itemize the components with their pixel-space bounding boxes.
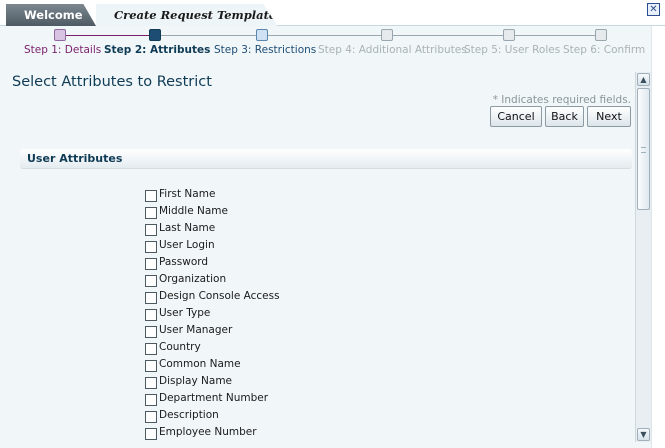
attribute-checkbox[interactable] (145, 190, 157, 202)
user-attributes-section-header: User Attributes (20, 149, 632, 169)
attribute-label: Last Name (159, 222, 216, 234)
back-button[interactable]: Back (545, 106, 584, 127)
attribute-checkbox[interactable] (145, 224, 157, 236)
next-button[interactable]: Next (587, 106, 631, 127)
attribute-label: Common Name (159, 358, 241, 370)
train-connector (156, 35, 602, 36)
attribute-checkbox[interactable] (145, 258, 157, 270)
train-connector (60, 35, 156, 36)
page-title: Select Attributes to Restrict (12, 74, 212, 90)
train-stop-restrictions-icon[interactable] (256, 29, 268, 41)
train-step-user-roles: Step 5: User Roles (464, 44, 561, 56)
attribute-checkbox[interactable] (145, 241, 157, 253)
train-step-details[interactable]: Step 1: Details (24, 44, 101, 56)
attribute-label: Design Console Access (159, 290, 280, 302)
attribute-checkbox[interactable] (145, 411, 157, 423)
main-content: Step 1: Details Step 2: Attributes Step … (0, 26, 665, 448)
attribute-label: Organization (159, 273, 227, 285)
train-step-attributes: Step 2: Attributes (104, 44, 211, 56)
attribute-label: User Type (159, 307, 211, 319)
attribute-label: Country (159, 341, 201, 353)
train-step-restrictions[interactable]: Step 3: Restrictions (214, 44, 316, 56)
attribute-checkbox[interactable] (145, 292, 157, 304)
attribute-label: User Manager (159, 324, 233, 336)
attribute-checkbox[interactable] (145, 275, 157, 287)
train-step-additional-attributes: Step 4: Additional Attributes (318, 44, 467, 56)
attribute-label: Description (159, 409, 219, 421)
scroll-thumb[interactable] (637, 88, 650, 210)
required-fields-note: * Indicates required fields. (492, 94, 631, 106)
train-stop-user-roles-icon (503, 29, 515, 41)
train-stop-confirm-icon (595, 29, 607, 41)
train-step-confirm: Step 6: Confirm (563, 44, 646, 56)
attribute-label: Department Number (159, 392, 269, 404)
attribute-checkbox[interactable] (145, 360, 157, 372)
attribute-checkbox[interactable] (145, 326, 157, 338)
scroll-up-icon[interactable]: ▲ (637, 73, 650, 86)
section-title: User Attributes (27, 152, 123, 165)
scroll-down-icon[interactable]: ▼ (637, 428, 650, 441)
attribute-label: User Login (159, 239, 215, 251)
tab-create-request-template[interactable]: Create Request Template (96, 4, 278, 27)
tab-bar: Welcome Create Request Template ✕ (0, 0, 665, 27)
attribute-label: Password (159, 256, 209, 268)
attribute-label: Middle Name (159, 205, 228, 217)
cancel-button[interactable]: Cancel (490, 106, 542, 127)
attribute-checkbox[interactable] (145, 377, 157, 389)
attribute-label: Employee Number (159, 426, 257, 438)
tab-welcome[interactable]: Welcome (6, 4, 96, 26)
window-edge (651, 26, 665, 448)
train-stop-details-icon[interactable] (54, 29, 66, 41)
wizard-train: Step 1: Details Step 2: Attributes Step … (0, 26, 665, 62)
attribute-checkbox[interactable] (145, 394, 157, 406)
attribute-label: First Name (159, 188, 216, 200)
vertical-scrollbar[interactable]: ▲ ▼ (635, 72, 651, 442)
attribute-checkbox[interactable] (145, 309, 157, 321)
attribute-label: Display Name (159, 375, 233, 387)
attribute-checkbox[interactable] (145, 207, 157, 219)
close-icon[interactable]: ✕ (647, 3, 660, 16)
train-stop-attributes-icon (149, 29, 161, 41)
attribute-checkbox[interactable] (145, 343, 157, 355)
attribute-checkbox[interactable] (145, 428, 157, 440)
train-stop-additional-attributes-icon (381, 29, 393, 41)
